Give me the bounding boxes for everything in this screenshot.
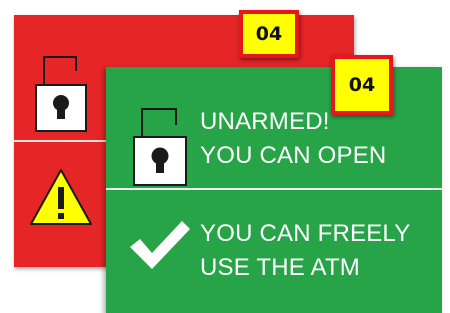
status-cards-stage: 04 UNARMED! YOU CAN OPEN YOU CAN FREELY … xyxy=(0,0,450,313)
padlock-icon xyxy=(133,108,187,186)
info-line-2: USE THE ATM xyxy=(200,254,361,281)
status-line-2: YOU CAN OPEN xyxy=(200,142,387,169)
green-card-badge: 04 xyxy=(331,55,393,115)
atm-usage-message: YOU CAN FREELY USE THE ATM xyxy=(200,217,410,285)
checkmark-icon xyxy=(130,221,190,269)
card-divider xyxy=(106,188,442,190)
unarmed-message: UNARMED! YOU CAN OPEN xyxy=(200,105,386,173)
red-card-badge: 04 xyxy=(239,10,299,58)
padlock-icon xyxy=(35,56,87,132)
info-line-1: YOU CAN FREELY xyxy=(200,220,411,247)
warning-triangle-icon xyxy=(30,169,92,225)
